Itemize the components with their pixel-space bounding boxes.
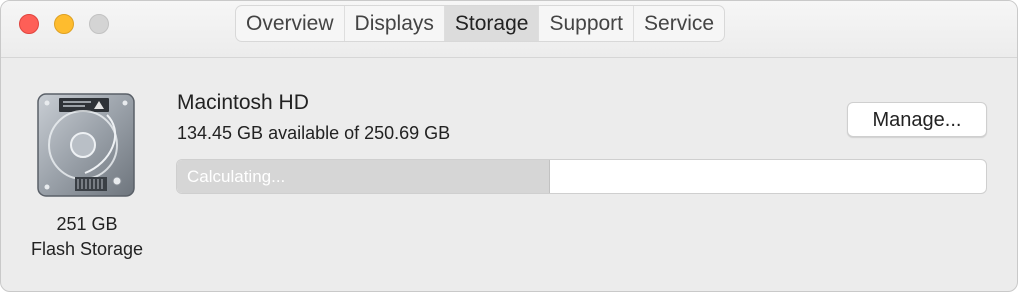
volume-available-space: 134.45 GB available of 250.69 GB bbox=[177, 123, 451, 143]
close-window-button[interactable] bbox=[19, 14, 39, 34]
disk-capacity-label: 251 GB bbox=[56, 214, 118, 234]
tab-support[interactable]: Support bbox=[539, 6, 635, 41]
title-bar: Overview Displays Storage Support Servic… bbox=[1, 1, 1017, 58]
disk-type-label: Flash Storage bbox=[30, 239, 144, 259]
manage-button[interactable]: Manage... bbox=[847, 102, 987, 137]
tab-overview[interactable]: Overview bbox=[236, 6, 345, 41]
tab-bar: Overview Displays Storage Support Servic… bbox=[235, 5, 726, 42]
storage-usage-bar: Calculating... bbox=[176, 159, 987, 194]
about-this-mac-window: Overview Displays Storage Support Servic… bbox=[0, 0, 1018, 292]
hard-drive-icon bbox=[37, 93, 135, 197]
volume-name: Macintosh HD bbox=[177, 91, 309, 114]
tab-storage[interactable]: Storage bbox=[444, 6, 540, 41]
storage-status-label: Calculating... bbox=[187, 167, 286, 186]
tab-displays[interactable]: Displays bbox=[345, 6, 445, 41]
zoom-window-button[interactable] bbox=[89, 14, 109, 34]
minimize-window-button[interactable] bbox=[54, 14, 74, 34]
tab-service[interactable]: Service bbox=[634, 6, 724, 41]
